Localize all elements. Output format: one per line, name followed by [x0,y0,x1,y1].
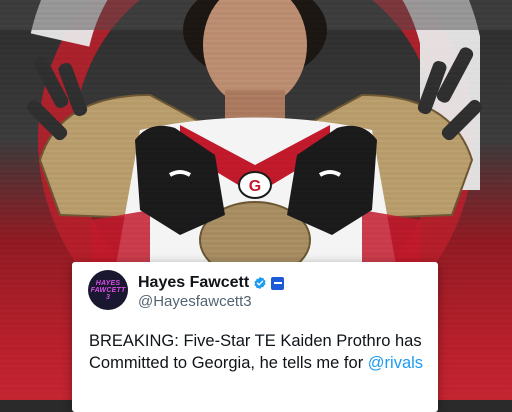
handle[interactable]: @Hayesfawcett3 [138,293,252,310]
avatar-line-2: FAWCETT [90,286,126,294]
avatar-line-3: 3 [105,293,111,301]
display-name[interactable]: Hayes Fawcett [138,274,249,292]
name-row: Hayes Fawcett [138,274,285,292]
tweet-text: BREAKING: Five-Star TE Kaiden Prothro ha… [89,330,429,374]
organization-badge-icon [271,276,285,290]
avatar[interactable]: HAYES FAWCETT 3 [88,270,128,310]
verified-check-icon [254,276,266,290]
tweet-card[interactable]: HAYES FAWCETT 3 Hayes Fawcett @Hayesfawc… [72,262,438,412]
mention-link[interactable]: @rivals [368,354,423,372]
avatar-line-1: HAYES [95,279,121,287]
